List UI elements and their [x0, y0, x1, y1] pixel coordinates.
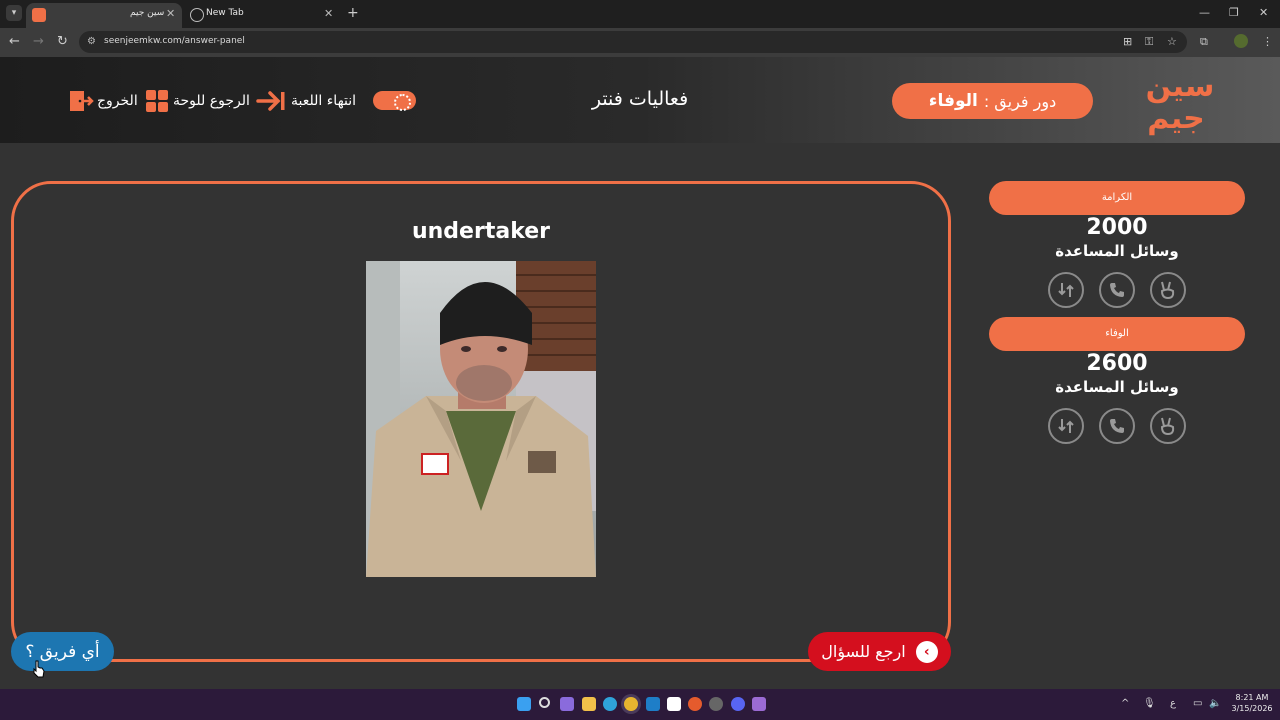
- chevron-right-icon: ›: [915, 640, 938, 663]
- site-info-icon[interactable]: ⚙: [87, 36, 99, 48]
- tab-seenjeem[interactable]: سين جيم ✕: [26, 3, 182, 28]
- back-to-question-label: ارجع للسؤال: [821, 642, 906, 661]
- phone-icon[interactable]: [1099, 272, 1135, 308]
- address-bar[interactable]: ⚙ seenjeemkw.com/answer-panel: [79, 31, 1187, 53]
- network-icon[interactable]: ▭: [1193, 698, 1202, 709]
- tab-title: سين جيم: [130, 8, 165, 18]
- volume-icon[interactable]: 🔈: [1209, 698, 1221, 709]
- back-arrow-icon[interactable]: ←: [9, 34, 20, 49]
- windows-taskbar: [0, 689, 1280, 720]
- tab-new-tab[interactable]: New Tab ✕: [184, 3, 342, 28]
- team-turn-badge: دور فريق : الوفاء: [892, 83, 1093, 119]
- logo-text-top: سين: [1146, 69, 1215, 104]
- timer-toggle[interactable]: [373, 91, 416, 111]
- tab-title: New Tab: [206, 8, 244, 18]
- app-icon[interactable]: [646, 697, 660, 711]
- close-window-icon[interactable]: ✕: [1259, 6, 1268, 19]
- search-icon[interactable]: [539, 697, 550, 708]
- app-icon[interactable]: [667, 697, 681, 711]
- back-to-board-label: الرجوع للوحة: [173, 93, 250, 109]
- end-game-label: انتهاء اللعبة: [291, 93, 357, 109]
- arrow-to-bar-icon: [256, 91, 285, 111]
- which-team-button[interactable]: أي فريق ؟: [11, 632, 114, 671]
- mouse-cursor-icon: [33, 660, 45, 678]
- restore-icon[interactable]: ❐: [1229, 6, 1239, 19]
- discord-icon[interactable]: [731, 697, 745, 711]
- close-tab-icon[interactable]: ✕: [166, 7, 175, 20]
- edge-icon[interactable]: [603, 697, 617, 711]
- chevron-up-icon[interactable]: ^: [1121, 698, 1129, 709]
- team-name-button[interactable]: الوفاء: [989, 317, 1245, 351]
- app-icon[interactable]: [709, 697, 723, 711]
- tab-search-button[interactable]: ▾: [6, 5, 22, 21]
- turn-prefix: دور فريق :: [983, 91, 1057, 111]
- url-text: seenjeemkw.com/answer-panel: [104, 36, 245, 46]
- answer-text: undertaker: [411, 219, 550, 244]
- exit-door-icon: [70, 91, 94, 111]
- clock[interactable]: 8:21 AM 3/15/2026: [1228, 692, 1276, 714]
- logo-text-bottom: جيم: [1147, 101, 1204, 136]
- new-tab-button[interactable]: +: [347, 5, 359, 21]
- time: 8:21 AM: [1235, 693, 1269, 702]
- swap-icon[interactable]: [1048, 408, 1084, 444]
- close-tab-icon[interactable]: ✕: [324, 7, 333, 20]
- firefox-icon[interactable]: [688, 697, 702, 711]
- minimize-icon[interactable]: —: [1199, 6, 1210, 19]
- team-name-button[interactable]: الكرامة: [989, 181, 1245, 215]
- two-answers-icon[interactable]: [1150, 272, 1186, 308]
- exit-label: الخروج: [97, 93, 138, 109]
- grid-board-icon: [146, 90, 168, 112]
- turn-team-name: الوفاء: [928, 91, 978, 111]
- category-title: فعاليات فنتر: [591, 88, 689, 110]
- start-windows-icon[interactable]: [517, 697, 531, 711]
- back-to-board-button[interactable]: الرجوع للوحة: [146, 88, 250, 114]
- password-key-icon[interactable]: ⚿: [1145, 35, 1153, 49]
- team-aids-label: وسائل المساعدة: [1055, 378, 1179, 396]
- input-language[interactable]: ع: [1170, 698, 1176, 709]
- team-score: 2600: [1086, 351, 1148, 376]
- end-game-button[interactable]: انتهاء اللعبة: [256, 88, 356, 114]
- team-score: 2000: [1086, 215, 1148, 240]
- reload-icon[interactable]: ↻: [57, 34, 68, 49]
- browser-toolbar: ← → ↻ ⚙ seenjeemkw.com/answer-panel ⊞ ⚿ …: [0, 28, 1280, 57]
- answer-image: [366, 261, 596, 577]
- seenjeem-favicon-icon: [32, 8, 46, 22]
- copilot-icon[interactable]: [560, 697, 574, 711]
- phone-icon[interactable]: [1099, 408, 1135, 444]
- browser-menu-icon[interactable]: ⋮: [1262, 35, 1273, 48]
- seenjeem-logo[interactable]: سين جيم: [1140, 64, 1216, 136]
- file-explorer-icon[interactable]: [582, 697, 596, 711]
- swap-icon[interactable]: [1048, 272, 1084, 308]
- microphone-icon[interactable]: 🎙: [1143, 698, 1156, 709]
- team-aids-label: وسائل المساعدة: [1055, 242, 1179, 260]
- extensions-icon[interactable]: ⧉: [1200, 35, 1208, 49]
- bookmark-star-icon[interactable]: ☆: [1167, 35, 1177, 48]
- browser-tab-bar: ▾ سين جيم ✕ New Tab ✕ + — ❐ ✕: [0, 0, 1280, 28]
- chrome-icon[interactable]: [624, 697, 638, 711]
- globe-icon: [190, 8, 204, 22]
- translate-icon[interactable]: ⊞: [1123, 35, 1132, 48]
- exit-button[interactable]: الخروج: [68, 88, 138, 114]
- app-icon[interactable]: [752, 697, 766, 711]
- back-to-question-button[interactable]: › ارجع للسؤال: [808, 632, 951, 671]
- two-answers-icon[interactable]: [1150, 408, 1186, 444]
- profile-avatar[interactable]: [1234, 34, 1248, 48]
- forward-arrow-icon[interactable]: →: [33, 34, 44, 49]
- date: 3/15/2026: [1231, 704, 1273, 713]
